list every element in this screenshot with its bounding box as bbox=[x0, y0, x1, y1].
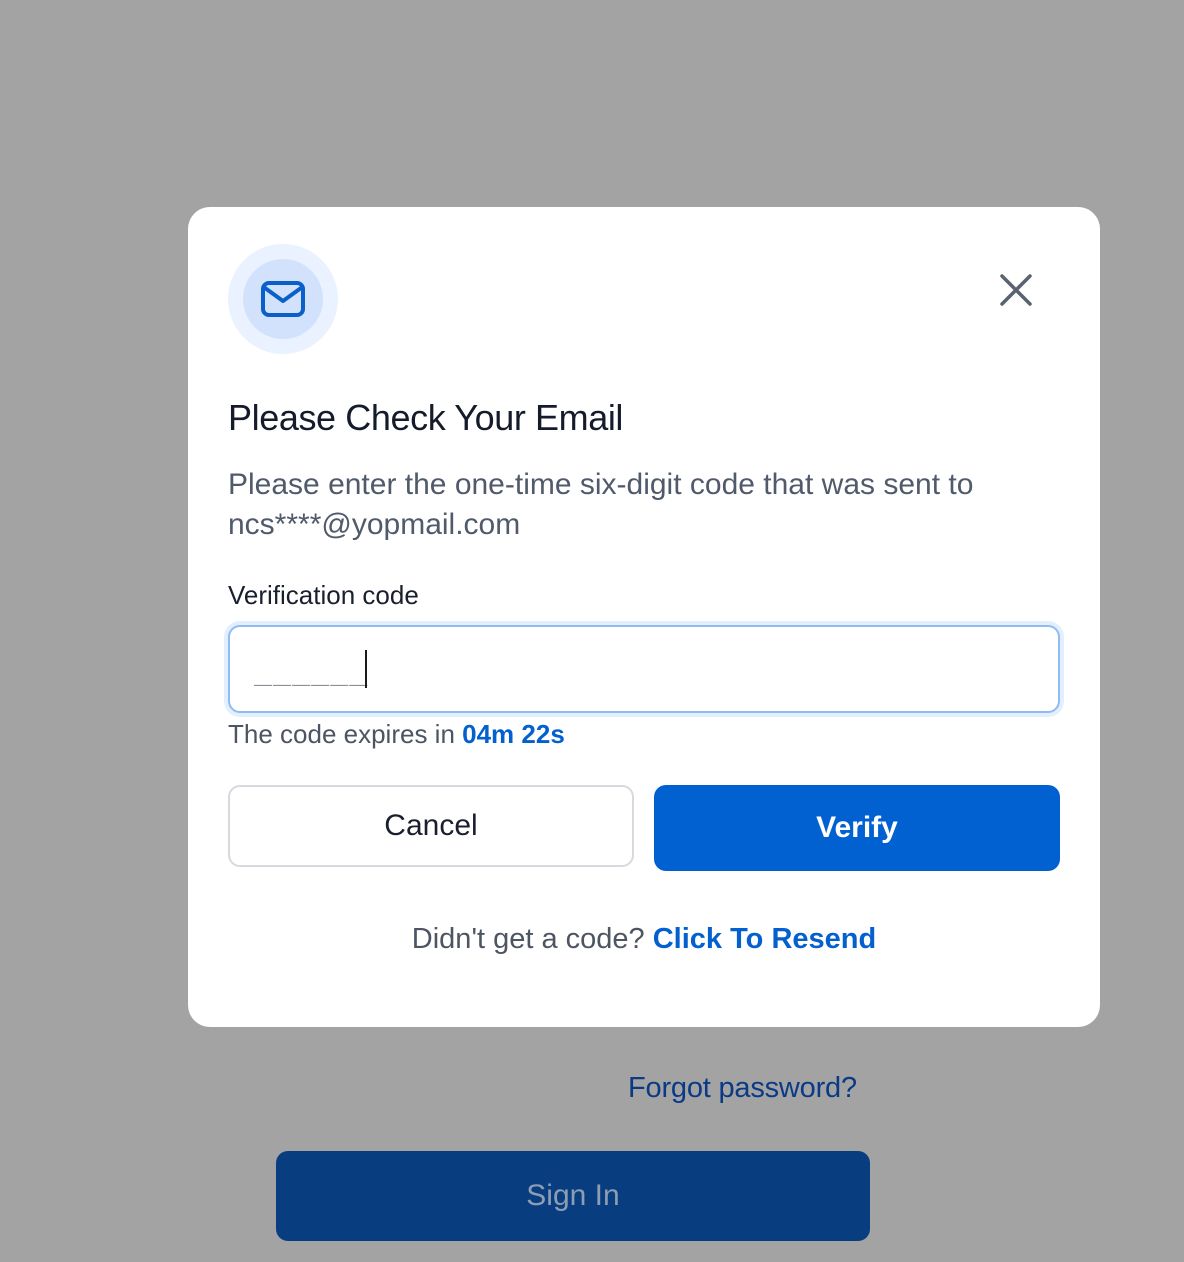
modal-description: Please enter the one-time six-digit code… bbox=[228, 465, 1068, 545]
expiry-timer: 04m 22s bbox=[462, 719, 565, 749]
expiry-prefix: The code expires in bbox=[228, 719, 455, 749]
masked-email: ncs****@yopmail.com bbox=[228, 508, 521, 541]
close-button[interactable] bbox=[993, 267, 1039, 313]
cancel-button[interactable]: Cancel bbox=[228, 785, 634, 867]
close-icon bbox=[1000, 274, 1032, 306]
verification-modal: Please Check Your Email Please enter the… bbox=[188, 207, 1100, 1027]
mail-icon-badge bbox=[228, 244, 338, 354]
mail-icon bbox=[261, 281, 305, 317]
verification-code-label: Verification code bbox=[228, 580, 419, 610]
resend-link[interactable]: Click To Resend bbox=[653, 923, 876, 955]
text-caret bbox=[365, 650, 367, 688]
modal-title: Please Check Your Email bbox=[228, 397, 624, 438]
forgot-password-link[interactable]: Forgot password? bbox=[628, 1072, 857, 1105]
verify-button[interactable]: Verify bbox=[654, 785, 1060, 871]
code-expiry-text: The code expires in 04m 22s bbox=[228, 719, 565, 750]
sign-in-button[interactable]: Sign In bbox=[276, 1151, 870, 1241]
resend-prompt: Didn't get a code? bbox=[411, 923, 645, 955]
description-text: Please enter the one-time six-digit code… bbox=[228, 468, 974, 501]
resend-row: Didn't get a code? Click To Resend bbox=[188, 923, 1100, 956]
verification-code-input[interactable] bbox=[228, 625, 1060, 713]
